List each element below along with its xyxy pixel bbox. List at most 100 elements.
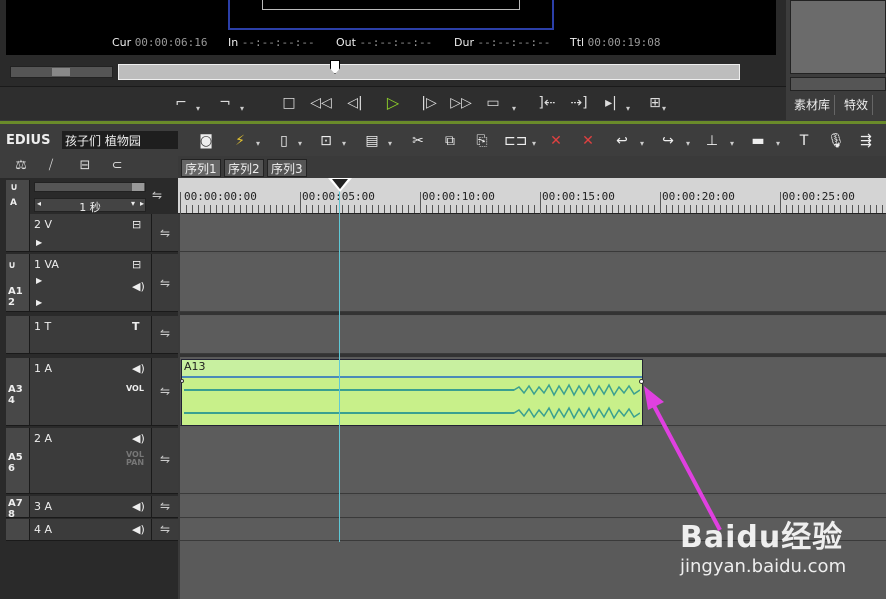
video-track-icon[interactable]: ⊟ [132,258,141,271]
marker-icon[interactable]: ⊥ [702,131,722,151]
tab-effects[interactable]: 特效 [840,95,874,115]
chevron-right-icon[interactable]: ▸ [140,199,144,208]
delete-icon[interactable]: ✕ [546,131,566,151]
undo-icon[interactable]: ↩ [612,131,632,151]
chevron-down-icon[interactable]: ▾ [532,139,536,148]
chevron-down-icon[interactable]: ▾ [662,104,670,113]
speaker-icon[interactable]: ◀) [132,500,145,513]
overwrite-icon[interactable]: ⇢] [568,92,590,114]
mode-icon[interactable]: ⚡ [230,131,250,151]
tab-sequence-2[interactable]: 序列2 [224,159,264,177]
cut-icon[interactable]: ✂ [408,131,428,151]
speaker-icon[interactable]: ◀) [132,432,145,445]
chevron-down-icon[interactable]: ▾ [342,139,346,148]
chevron-down-icon[interactable]: ▾ [388,139,392,148]
chevron-down-icon[interactable]: ▾ [256,139,260,148]
vol-toggle[interactable]: VOL [126,384,144,393]
paste-icon[interactable]: ⎘ [472,131,492,151]
track-patch[interactable] [6,214,30,251]
play-icon[interactable]: ▷ [382,92,404,114]
open-icon[interactable]: ⊡ [316,131,336,151]
speaker-icon[interactable]: ◀) [132,523,145,536]
track-sync-toggle[interactable]: ⇋ [151,428,178,493]
export-icon[interactable]: ⇶ [856,131,876,151]
track-patch[interactable]: A3 4 [6,358,30,425]
set-out-icon[interactable]: ¬ [214,92,236,114]
track-row-2a[interactable] [180,428,886,494]
track-sync-toggle[interactable]: ⇋ [151,519,178,540]
expand-arrow-icon[interactable]: ▶ [36,276,42,285]
new-file-icon[interactable]: ▯ [274,131,294,151]
rewind-icon[interactable]: ◁◁ [310,92,332,114]
tab-bin[interactable]: 素材库 [790,95,836,115]
expand-arrow-icon[interactable]: ▶ [36,238,42,247]
chevron-down-icon[interactable]: ▾ [512,104,520,113]
track-patch[interactable]: ∪ A1 2 [6,254,30,311]
rubber-band-point[interactable] [180,379,184,383]
chevron-down-icon[interactable]: ▾ [640,139,644,148]
magnet-icon[interactable]: ∪ [10,182,18,193]
fast-forward-icon[interactable]: ▷▷ [450,92,472,114]
title-track-icon[interactable]: T [132,320,140,333]
step-back-icon[interactable]: ◁| [344,92,366,114]
track-patch[interactable]: A5 6 [6,428,30,493]
shuttle-thumb[interactable] [52,68,70,76]
replace-icon[interactable]: ⊏⊐ [504,131,527,151]
title-icon[interactable]: T [794,131,814,151]
ripple-mode-icon[interactable]: ⧸ [40,158,62,176]
track-sync-toggle[interactable]: ⇋ [151,254,178,311]
expand-arrow-icon[interactable]: ▶ [36,298,42,307]
zoom-select[interactable]: ◂ 1 秒 ▾ ▸ [34,198,146,214]
chevron-down-icon[interactable]: ▾ [626,104,634,113]
video-track-icon[interactable]: ⊟ [132,218,141,231]
track-patch[interactable]: A7 8 [6,496,30,520]
save-icon[interactable]: ▤ [362,131,382,151]
scrub-bar[interactable] [118,64,740,80]
camera-icon[interactable]: ◙ [196,131,216,151]
track-row-1t[interactable] [180,316,886,354]
chevron-down-icon[interactable]: ▾ [240,104,248,113]
chevron-down-icon[interactable]: ▾ [776,139,780,148]
insert-icon[interactable]: ]⇠ [536,92,558,114]
speaker-icon[interactable]: ◀) [132,362,145,375]
zoom-slider[interactable] [34,182,146,192]
track-patch[interactable] [6,519,30,540]
sync-mode-icon[interactable]: ⚖ [10,158,32,176]
tab-sequence-3[interactable]: 序列3 [267,159,307,177]
track-header-1va[interactable]: ∪ A1 2 1 VA ▶ ▶ ⊟ ◀) ⇋ [6,254,178,312]
chevron-down-icon[interactable]: ▾ [730,139,734,148]
expand-icon[interactable]: ⇋ [152,188,162,202]
zoom-slider-thumb[interactable] [132,183,144,191]
render-icon[interactable]: ▬ [748,131,768,151]
redo-icon[interactable]: ↪ [658,131,678,151]
microphone-icon[interactable]: 🎙 [826,131,846,151]
copy-icon[interactable]: ⧉ [440,131,460,151]
tab-sequence-1[interactable]: 序列1 [181,159,221,177]
track-header-3a[interactable]: A7 8 3 A ◀) ⇋ [6,496,178,520]
chevron-down-icon[interactable]: ▾ [196,104,204,113]
chevron-down-icon[interactable]: ▾ [131,199,135,208]
track-sync-toggle[interactable]: ⇋ [151,316,178,353]
track-header-1a[interactable]: A3 4 1 A ◀) VOL ⇋ [6,358,178,426]
track-patch[interactable] [6,316,30,353]
track-header-2v[interactable]: 2 V ▶ ⊟ ⇋ [6,214,178,252]
pan-toggle[interactable]: PAN [126,458,144,467]
track-header-2a[interactable]: A5 6 2 A ◀) VOL PAN ⇋ [6,428,178,494]
track-row-2v[interactable] [180,214,886,252]
ripple-delete-icon[interactable]: ✕ [578,131,598,151]
chevron-down-icon[interactable]: ▾ [686,139,690,148]
track-sync-toggle[interactable]: ⇋ [151,214,178,251]
insert-mode-icon[interactable]: ⊟ [74,158,96,176]
chevron-left-icon[interactable]: ◂ [37,199,41,208]
step-forward-icon[interactable]: |▷ [418,92,440,114]
track-header-1t[interactable]: 1 T T ⇋ [6,316,178,354]
stop-icon[interactable]: □ [278,92,300,114]
insert-to-timeline-icon[interactable]: ▸| [600,92,622,114]
bin-scrollbar[interactable] [790,77,886,91]
loop-icon[interactable]: ▭ [482,92,504,114]
track-row-1va[interactable] [180,254,886,312]
speaker-icon[interactable]: ◀) [132,280,145,293]
audio-lock-icon[interactable]: A [10,198,17,208]
track-header-4a[interactable]: 4 A ◀) ⇋ [6,519,178,541]
track-sync-toggle[interactable]: ⇋ [151,496,178,517]
